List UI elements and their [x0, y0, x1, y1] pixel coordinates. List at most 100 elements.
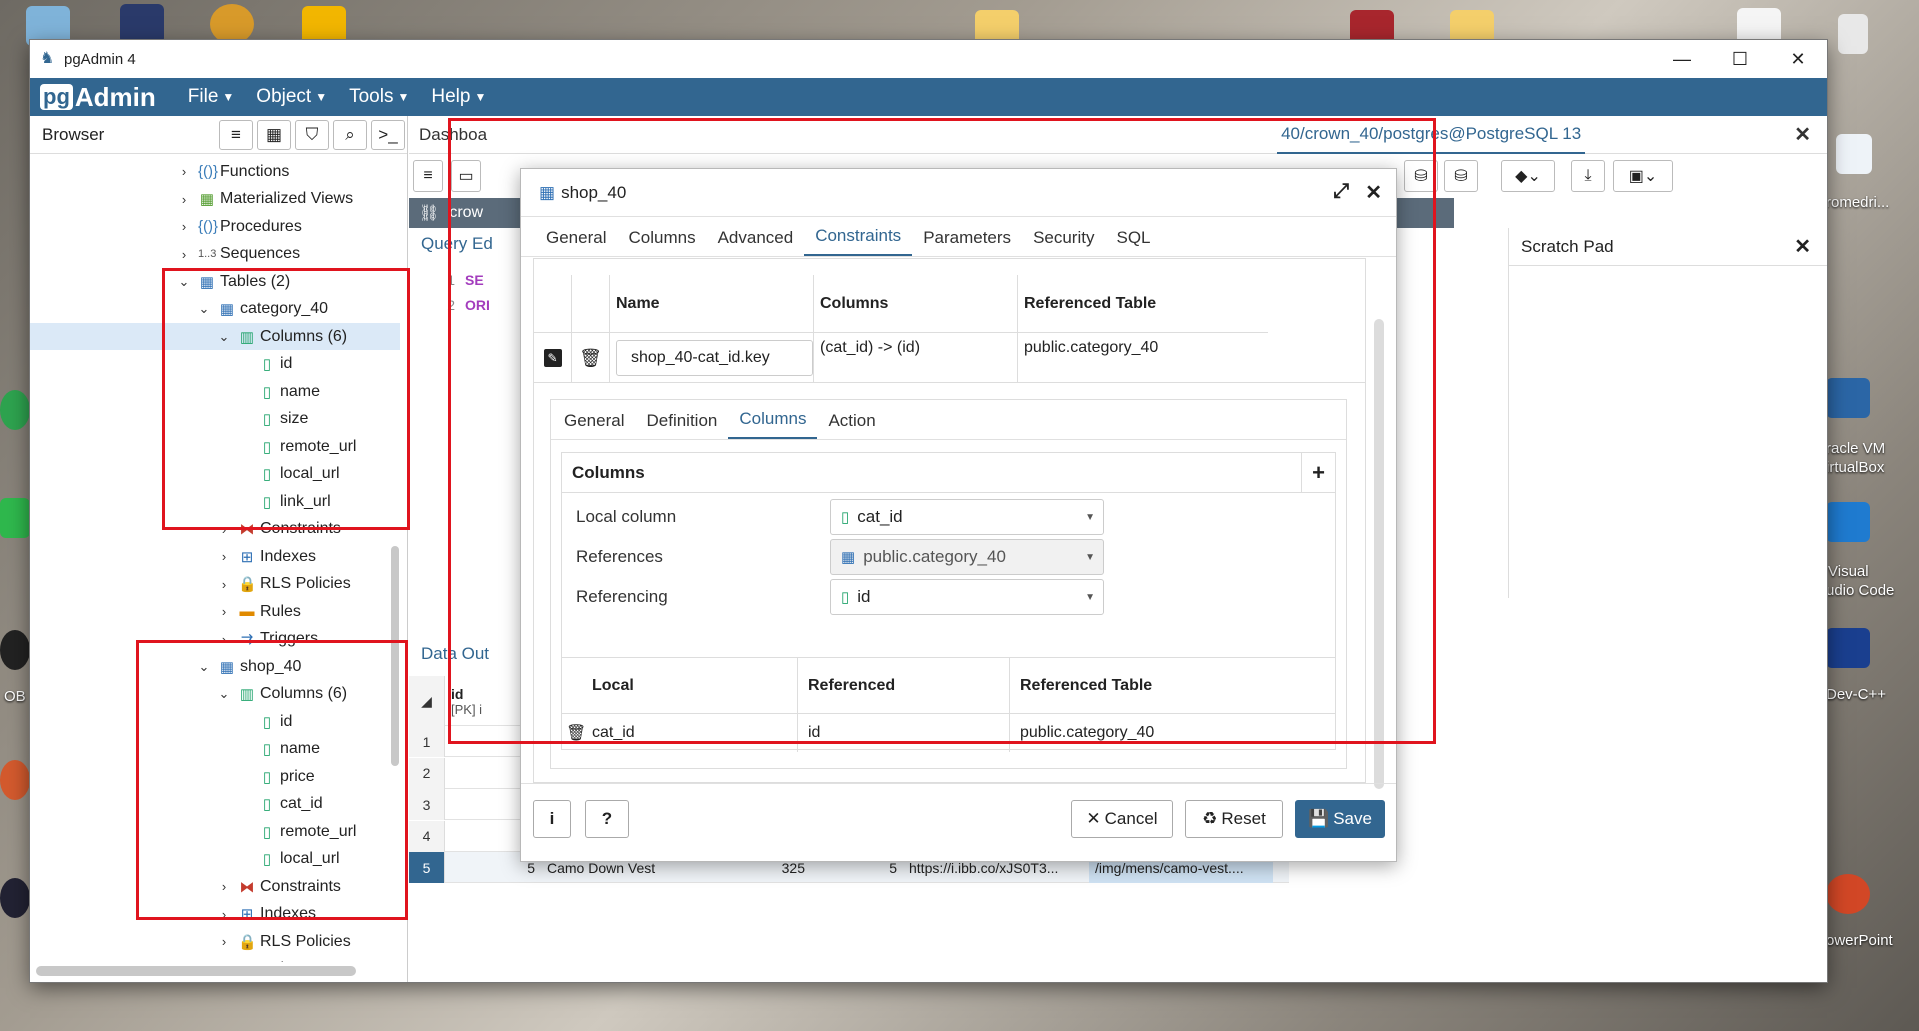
chevron-right-icon[interactable]: › — [216, 604, 232, 619]
rollback-button[interactable]: ⛁ — [1444, 160, 1478, 192]
tree-node[interactable]: ⌄ ▥ Columns (6) — [30, 323, 400, 350]
object-explorer-button[interactable]: ≡ — [219, 119, 253, 150]
tree-node[interactable]: ▯ name — [236, 736, 320, 763]
tab-query-editor[interactable]: Query Ed — [421, 234, 493, 254]
dialog-tab-sql[interactable]: SQL — [1105, 228, 1161, 256]
search-objects-button[interactable]: ⌕ — [333, 119, 367, 150]
tree-node[interactable]: › ▬ Rules — [216, 956, 301, 963]
close-dialog-icon[interactable]: ✕ — [1365, 180, 1382, 205]
tree-node[interactable]: ▯ id — [236, 351, 293, 378]
dialog-scrollbar[interactable] — [1374, 319, 1384, 789]
reset-button[interactable]: ♻ Reset — [1185, 800, 1283, 838]
info-button[interactable]: i — [533, 800, 571, 838]
tree-node[interactable]: › ⇉ Triggers — [216, 626, 318, 653]
tree-node[interactable]: ⌄ ▦ category_40 — [196, 296, 329, 323]
dialog-tab-columns[interactable]: Columns — [617, 228, 706, 256]
menu-help[interactable]: Help ▼ — [431, 86, 486, 108]
powerpoint-icon[interactable] — [1826, 874, 1870, 914]
row-number[interactable]: 5 — [409, 852, 445, 883]
tree-node[interactable]: › ⊞ Indexes — [216, 901, 316, 928]
psql-tool-button[interactable]: >_ — [371, 119, 405, 150]
chevron-right-icon[interactable]: › — [216, 577, 232, 592]
save-button[interactable]: 💾 Save — [1295, 800, 1385, 838]
dialog-tab-constraints[interactable]: Constraints — [804, 226, 913, 256]
devcpp-icon[interactable] — [1826, 628, 1870, 668]
tree-node[interactable]: ⌄ ▦ Tables (2) — [176, 268, 291, 295]
chevron-right-icon[interactable]: › — [176, 219, 192, 234]
dialog-tab-advanced[interactable]: Advanced — [707, 228, 805, 256]
tree-vertical-scrollbar[interactable] — [391, 546, 399, 766]
dialog-tab-general[interactable]: General — [535, 228, 617, 256]
obs-icon[interactable] — [0, 630, 30, 670]
tree-node[interactable]: ▯ cat_id — [236, 791, 323, 818]
chromedriver-icon[interactable] — [1836, 134, 1872, 174]
row-number[interactable]: 4 — [409, 820, 445, 852]
tree-node[interactable]: ▯ remote_url — [236, 818, 357, 845]
tree-node[interactable]: › ⧓ Constraints — [216, 873, 341, 900]
vscode-icon[interactable] — [1826, 502, 1870, 542]
chevron-down-icon[interactable]: ⌄ — [176, 274, 192, 290]
select-all-cell[interactable]: ◢ — [409, 676, 445, 726]
chevron-right-icon[interactable]: › — [216, 879, 232, 894]
open-file-button[interactable]: ≡ — [413, 160, 443, 192]
tree-node[interactable]: ▯ local_url — [236, 461, 340, 488]
chrome-icon[interactable] — [0, 390, 30, 430]
tree-node[interactable]: ▯ id — [236, 708, 293, 735]
tree-node[interactable]: ▯ link_url — [236, 488, 331, 515]
tree-node[interactable]: › 🔒 RLS Policies — [216, 571, 351, 598]
tree-node[interactable]: ▯ name — [236, 378, 320, 405]
add-column-button[interactable]: + — [1301, 452, 1335, 493]
folder-button[interactable]: ▭ — [451, 160, 481, 192]
close-scratch-pad-icon[interactable]: ✕ — [1794, 234, 1811, 259]
dialog-tab-parameters[interactable]: Parameters — [912, 228, 1022, 256]
row-number[interactable]: 1 — [409, 726, 445, 757]
close-window-button[interactable]: ✕ — [1769, 40, 1827, 78]
menu-file[interactable]: File ▼ — [188, 86, 235, 108]
chevron-right-icon[interactable]: › — [216, 907, 232, 922]
chevron-right-icon[interactable]: › — [216, 522, 232, 537]
file2-icon[interactable] — [1838, 14, 1868, 54]
chevron-down-icon[interactable]: ⌄ — [216, 329, 232, 345]
close-tab-icon[interactable]: ✕ — [1794, 122, 1811, 147]
view-data-button[interactable]: ▦ — [257, 119, 291, 150]
tree-node[interactable]: › ▦ Materialized Views — [176, 186, 353, 213]
chevron-down-icon[interactable]: ⌄ — [216, 686, 232, 702]
tab-dashboard[interactable]: Dashboa — [419, 125, 487, 145]
fk-tab-columns[interactable]: Columns — [728, 409, 818, 439]
chevron-right-icon[interactable]: › — [216, 962, 232, 963]
app-left-icon[interactable] — [0, 760, 30, 800]
macros-button[interactable]: ▣⌄ — [1613, 160, 1673, 192]
filter-rows-button[interactable]: ⛉ — [295, 119, 329, 150]
chevron-right-icon[interactable]: › — [176, 164, 192, 179]
menu-object[interactable]: Object ▼ — [256, 86, 327, 108]
tree-node[interactable]: › ▬ Rules — [216, 598, 301, 625]
referencing-select[interactable]: ▯ id ▼ — [830, 579, 1104, 615]
local-column-select[interactable]: ▯ cat_id ▼ — [830, 499, 1104, 535]
chevron-down-icon[interactable]: ⌄ — [196, 301, 212, 317]
menu-tools[interactable]: Tools ▼ — [349, 86, 409, 108]
dialog-title-bar[interactable]: ▦ shop_40 ⤢ ✕ — [521, 169, 1396, 217]
download-button[interactable]: ⤓ — [1571, 160, 1605, 192]
tree-node[interactable]: ⌄ ▥ Columns (6) — [216, 681, 348, 708]
tree-node[interactable]: ▯ local_url — [236, 846, 340, 873]
starcraft-icon[interactable] — [120, 4, 164, 44]
delete-row-cell[interactable]: 🗑 — [572, 333, 610, 383]
grid-header-id[interactable]: id [PK] i — [445, 676, 488, 726]
tree-node[interactable]: › ⊞ Indexes — [216, 543, 316, 570]
tree-node[interactable]: › 1..3 Sequences — [176, 241, 300, 268]
fk-tab-definition[interactable]: Definition — [635, 411, 728, 439]
tree-node[interactable]: ▯ remote_url — [236, 433, 357, 460]
fk-tab-general[interactable]: General — [553, 411, 635, 439]
minimize-button[interactable]: — — [1653, 40, 1711, 78]
references-select[interactable]: ▦ public.category_40 ▼ — [830, 539, 1104, 575]
tab-data-output[interactable]: Data Out — [421, 644, 489, 664]
chevron-down-icon[interactable]: ⌄ — [196, 659, 212, 675]
edit-row-cell[interactable]: ✎ — [534, 333, 572, 383]
delete-mapping-cell[interactable]: 🗑 — [562, 714, 588, 752]
tree-horizontal-scrollbar[interactable] — [36, 966, 356, 976]
sql-editor[interactable]: SE ORI — [465, 268, 490, 318]
chevron-right-icon[interactable]: › — [176, 192, 192, 207]
row-number[interactable]: 2 — [409, 757, 445, 789]
tree-node[interactable]: › {()} Functions — [176, 158, 290, 185]
scratch-pad-panel[interactable]: Scratch Pad ✕ — [1508, 228, 1827, 598]
